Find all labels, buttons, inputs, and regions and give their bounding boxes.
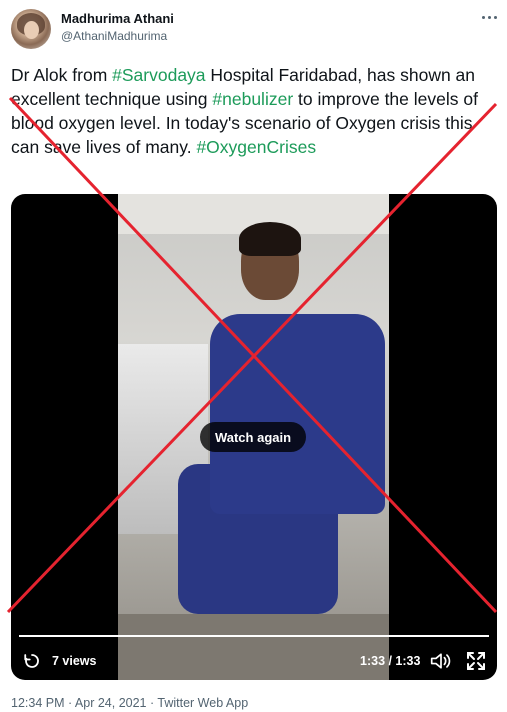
video-person-hair bbox=[239, 222, 301, 256]
video-controls: 7 views 1:33 / 1:33 bbox=[11, 646, 497, 676]
hashtag-sarvodaya[interactable]: #Sarvodaya bbox=[112, 65, 205, 85]
more-options-icon[interactable] bbox=[478, 9, 500, 25]
hashtag-oxygencrises[interactable]: #OxygenCrises bbox=[196, 137, 316, 157]
video-progress-bar[interactable] bbox=[19, 635, 489, 637]
watch-again-button[interactable]: Watch again bbox=[200, 422, 306, 452]
video-person-body bbox=[210, 314, 385, 514]
volume-icon[interactable] bbox=[430, 652, 452, 670]
hashtag-nebulizer[interactable]: #nebulizer bbox=[212, 89, 293, 109]
fullscreen-icon[interactable] bbox=[466, 651, 486, 671]
video-player[interactable]: Watch again 7 views 1:33 / 1:33 bbox=[11, 194, 497, 680]
tweet-text-part: Dr Alok from bbox=[11, 65, 113, 85]
replay-icon[interactable] bbox=[23, 652, 41, 670]
tweet-text: Dr Alok from #Sarvodaya Hospital Faridab… bbox=[11, 63, 501, 159]
author-name[interactable]: Madhurima Athani bbox=[61, 11, 174, 26]
view-count: 7 views bbox=[52, 654, 97, 668]
author-handle[interactable]: @AthaniMadhurima bbox=[61, 29, 167, 43]
video-time: 1:33 / 1:33 bbox=[360, 654, 421, 668]
author-avatar[interactable] bbox=[11, 9, 51, 49]
avatar-face bbox=[24, 21, 39, 39]
tweet-meta[interactable]: 12:34 PM · Apr 24, 2021 · Twitter Web Ap… bbox=[11, 696, 248, 710]
